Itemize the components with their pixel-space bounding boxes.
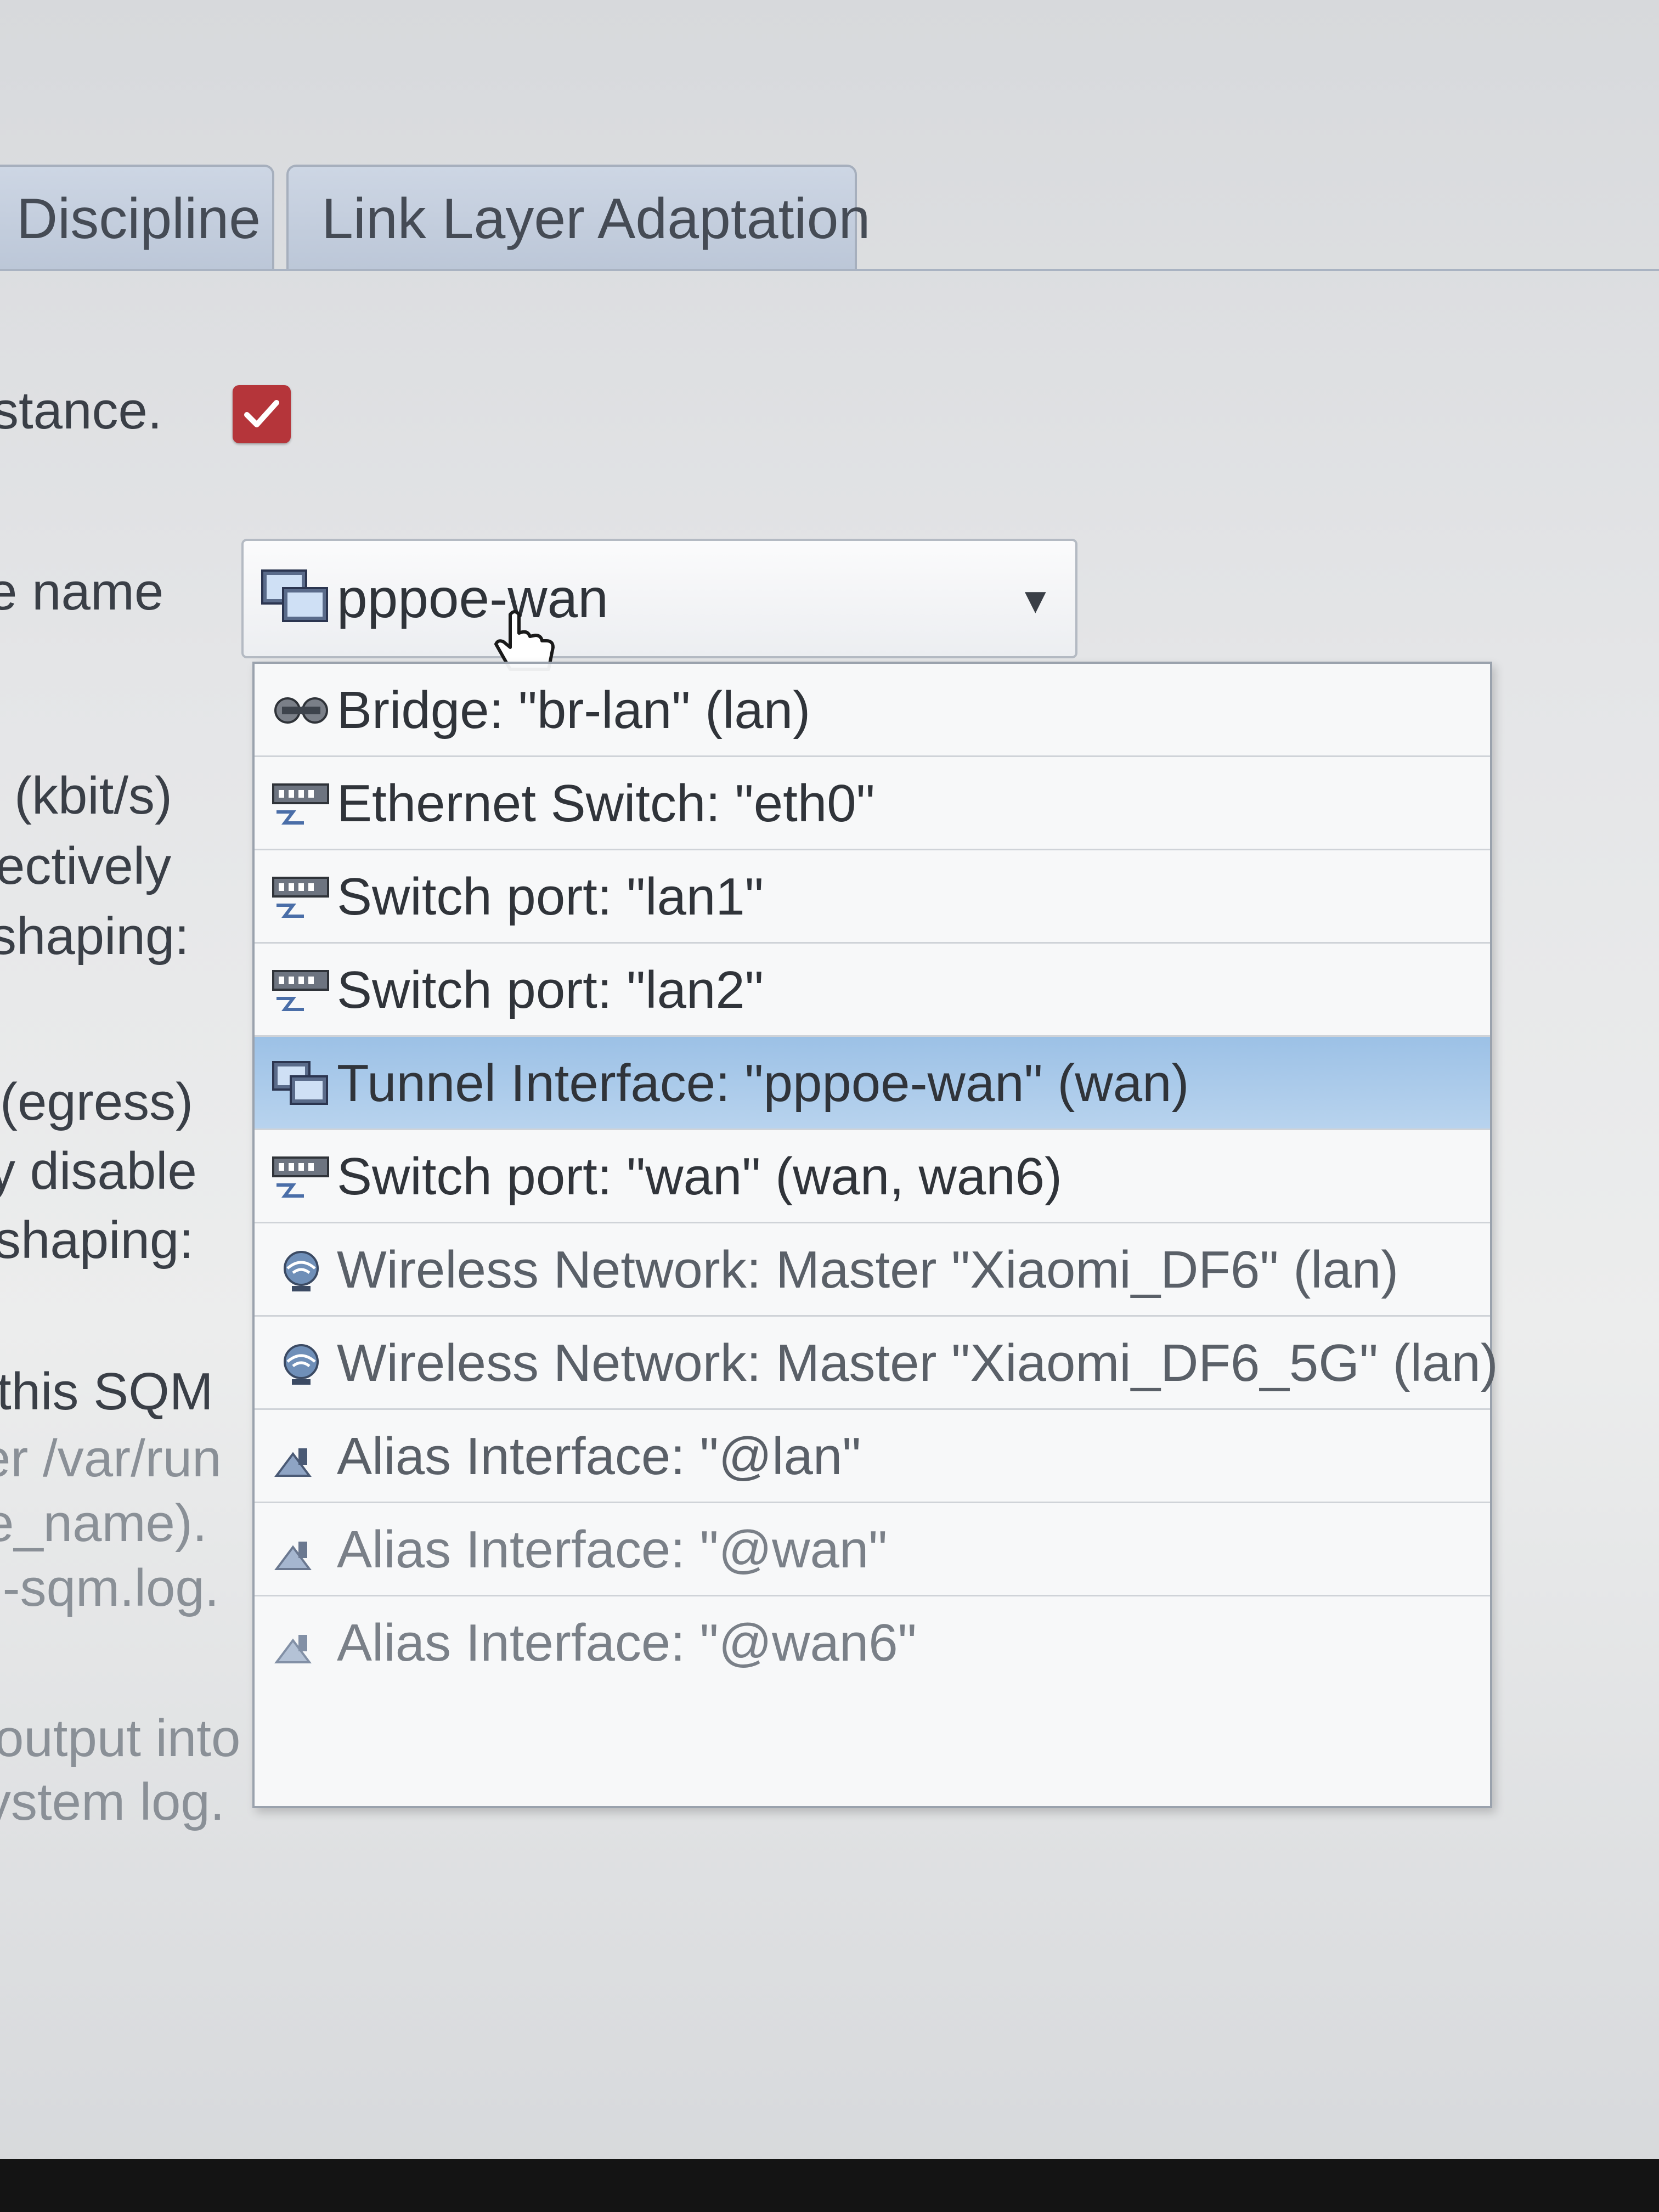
label-shaping-1: shaping:	[0, 907, 189, 966]
switch-port-icon	[272, 877, 329, 918]
label-name: e_name).	[0, 1494, 207, 1553]
label-egress: (egress)	[0, 1073, 194, 1131]
option-label: Switch port: "lan1"	[337, 867, 764, 926]
label-sqm-log: ]-sqm.log.	[0, 1559, 219, 1617]
option-label: Wireless Network: Master "Xiaomi_DF6" (l…	[337, 1240, 1399, 1299]
tab-discipline[interactable]: Discipline	[0, 165, 274, 269]
bridge-icon	[274, 697, 328, 724]
option-label: Ethernet Switch: "eth0"	[337, 774, 875, 833]
option-bridge-br-lan[interactable]: Bridge: "br-lan" (lan)	[255, 664, 1490, 757]
option-wireless-xiaomi-df6-5g[interactable]: Wireless Network: Master "Xiaomi_DF6_5G"…	[255, 1317, 1498, 1410]
label-interface-name: e name	[0, 562, 164, 621]
switch-port-icon	[272, 970, 329, 1011]
tunnel-interface-icon	[261, 569, 328, 622]
tab-link-layer-adaptation[interactable]: Link Layer Adaptation	[286, 165, 870, 269]
option-tunnel-pppoe-wan[interactable]: Tunnel Interface: "pppoe-wan" (wan)	[255, 1037, 1490, 1130]
chevron-down-icon[interactable]: ▼	[1018, 579, 1053, 621]
label-this-sqm: this SQM	[0, 1362, 213, 1421]
option-switch-port-lan1[interactable]: Switch port: "lan1"	[255, 850, 1490, 944]
tab-underline	[0, 269, 1659, 271]
option-ethernet-switch-eth0[interactable]: Ethernet Switch: "eth0"	[255, 757, 1490, 850]
checkmark-icon	[244, 400, 279, 427]
wireless-icon	[284, 1251, 319, 1291]
alias-icon	[274, 1542, 312, 1570]
option-label: Tunnel Interface: "pppoe-wan" (wan)	[337, 1054, 1189, 1113]
interface-dropdown: Bridge: "br-lan" (lan) Ethernet Switch: …	[252, 662, 1498, 1808]
label-instance: stance.	[0, 381, 162, 440]
switch-port-icon	[272, 1156, 329, 1198]
option-switch-port-lan2[interactable]: Switch port: "lan2"	[255, 944, 1490, 1037]
wireless-icon	[284, 1344, 319, 1385]
tab-bar: Discipline Link Layer Adaptation	[0, 165, 1659, 274]
option-alias-lan[interactable]: Alias Interface: "@lan"	[255, 1410, 1490, 1503]
option-label: Bridge: "br-lan" (lan)	[337, 681, 811, 740]
option-label: Alias Interface: "@lan"	[337, 1427, 861, 1486]
label-var-run: er /var/run	[0, 1429, 222, 1488]
switch-icon	[272, 783, 329, 825]
tunnel-interface-icon	[272, 1061, 328, 1105]
monitor-bezel	[0, 2159, 1659, 2212]
option-label: Alias Interface: "@wan"	[337, 1520, 888, 1579]
label-disable: y disable	[0, 1142, 197, 1200]
option-wireless-xiaomi-df6[interactable]: Wireless Network: Master "Xiaomi_DF6" (l…	[255, 1223, 1490, 1317]
option-label: Switch port: "wan" (wan, wan6)	[337, 1147, 1063, 1206]
option-switch-port-wan[interactable]: Switch port: "wan" (wan, wan6)	[255, 1130, 1490, 1223]
interface-select[interactable]: pppoe-wan ▼	[241, 539, 1077, 658]
label-download-speed: (kbit/s)	[14, 766, 172, 825]
enable-checkbox[interactable]	[233, 385, 291, 443]
label-shaping-2: shaping:	[0, 1211, 194, 1269]
option-label: Wireless Network: Master "Xiaomi_DF6_5G"…	[337, 1334, 1498, 1392]
alias-icon	[274, 1448, 312, 1477]
alias-icon	[274, 1635, 312, 1663]
option-label: Switch port: "lan2"	[337, 961, 764, 1019]
option-label: Alias Interface: "@wan6"	[337, 1613, 917, 1672]
option-alias-wan[interactable]: Alias Interface: "@wan"	[255, 1503, 1490, 1596]
option-alias-wan6[interactable]: Alias Interface: "@wan6"	[255, 1596, 1490, 1690]
label-respectively: ectively	[0, 837, 172, 895]
label-system-log: ystem log.	[0, 1773, 225, 1831]
label-output-into: output into	[0, 1709, 241, 1768]
